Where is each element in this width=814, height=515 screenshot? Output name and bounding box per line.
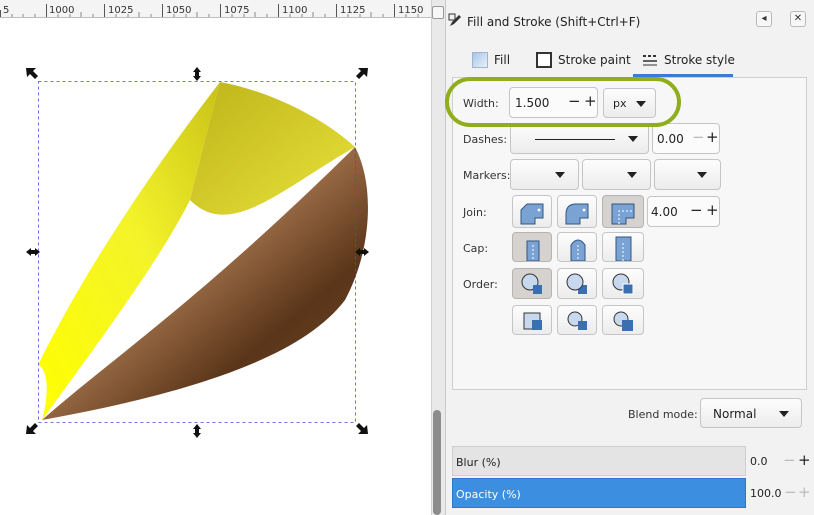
highlight-annotation xyxy=(445,77,681,127)
rulers-toggle-icon[interactable] xyxy=(432,6,444,19)
paint-order-icon xyxy=(566,273,587,294)
markers-label: Markers: xyxy=(463,169,511,182)
drawing-canvas[interactable] xyxy=(0,18,431,515)
stroke-style-icon xyxy=(643,55,657,66)
order-markers-fill-stroke-button[interactable] xyxy=(512,305,552,335)
miter-limit-spinbox[interactable]: 4.00 − + xyxy=(647,196,720,227)
opacity-value[interactable]: 100.0 xyxy=(750,487,782,500)
paint-order-icon xyxy=(613,311,633,331)
chevron-down-icon xyxy=(555,172,565,178)
blur-slider[interactable]: Blur (%) xyxy=(452,446,746,476)
blur-value[interactable]: 0.0 xyxy=(750,455,768,468)
miter-join-button[interactable] xyxy=(602,195,644,228)
chevron-down-icon xyxy=(779,411,789,417)
order-stroke-markers-fill-button[interactable] xyxy=(557,305,597,335)
dash-offset-value: 0.00 xyxy=(657,132,684,146)
fill-stroke-brush-icon xyxy=(448,13,461,26)
blur-label: Blur (%) xyxy=(456,456,501,469)
tab-stroke-style-label: Stroke style xyxy=(664,53,735,67)
miter-decrement-button[interactable]: − xyxy=(690,201,703,219)
order-fill-stroke-markers-button[interactable] xyxy=(512,268,552,299)
round-join-icon xyxy=(565,203,589,225)
dash-offset-spinbox[interactable]: 0.00 − + xyxy=(652,123,720,154)
miter-limit-value: 4.00 xyxy=(651,205,678,219)
paint-order-icon xyxy=(567,311,587,330)
restore-panel-button[interactable]: ◂ xyxy=(756,11,772,27)
fill-swatch-icon xyxy=(472,52,488,68)
join-label: Join: xyxy=(463,206,487,219)
end-marker-select[interactable] xyxy=(654,159,721,190)
opacity-decrement-button[interactable]: − xyxy=(784,483,797,501)
paint-order-icon xyxy=(521,273,542,294)
blend-mode-select[interactable]: Normal xyxy=(700,398,802,428)
paint-order-icon xyxy=(523,312,542,330)
chevron-down-icon xyxy=(628,136,638,142)
dashes-label: Dashes: xyxy=(463,133,508,146)
bevel-join-button[interactable] xyxy=(512,195,552,228)
square-cap-icon xyxy=(615,236,632,262)
chevron-down-icon xyxy=(627,172,637,178)
dash-pattern-select[interactable] xyxy=(510,123,649,154)
tab-stroke-paint[interactable]: Stroke paint xyxy=(516,44,634,76)
paint-order-icon xyxy=(612,273,634,295)
dialog-title: Fill and Stroke (Shift+Ctrl+F) xyxy=(467,15,641,29)
mid-marker-select[interactable] xyxy=(582,159,651,190)
miter-increment-button[interactable]: + xyxy=(706,201,719,219)
blend-mode-value: Normal xyxy=(713,407,757,421)
opacity-label: Opacity (%) xyxy=(456,488,521,501)
order-stroke-fill-markers-button[interactable] xyxy=(557,268,597,299)
tab-stroke-paint-label: Stroke paint xyxy=(558,53,631,67)
round-cap-icon xyxy=(570,239,586,262)
blend-mode-label: Blend mode: xyxy=(628,408,698,421)
stroke-paint-icon xyxy=(536,52,552,68)
selected-shape[interactable] xyxy=(0,18,431,515)
start-marker-select[interactable] xyxy=(510,159,579,190)
round-join-button[interactable] xyxy=(557,195,597,228)
horizontal-ruler[interactable]: 5 1000 1025 1050 1075 1100 1125 1150 xyxy=(0,0,431,18)
square-cap-button[interactable] xyxy=(602,232,644,262)
blur-increment-button[interactable]: + xyxy=(798,451,811,469)
order-fill-markers-stroke-button[interactable] xyxy=(602,268,644,299)
solid-dash-preview xyxy=(535,139,615,140)
order-markers-stroke-fill-button[interactable] xyxy=(602,305,644,335)
scrollbar-thumb[interactable] xyxy=(433,410,441,515)
round-cap-button[interactable] xyxy=(557,232,597,262)
butt-cap-button[interactable] xyxy=(512,232,552,262)
opacity-slider[interactable]: Opacity (%) xyxy=(452,478,746,508)
tab-bar: Fill Stroke paint Stroke style xyxy=(452,44,807,76)
cap-label: Cap: xyxy=(463,242,489,255)
miter-join-icon xyxy=(611,203,635,225)
close-panel-button[interactable]: ✕ xyxy=(790,11,806,27)
order-label: Order: xyxy=(463,278,498,291)
tab-stroke-style[interactable]: Stroke style xyxy=(622,44,746,76)
dash-offset-increment-button[interactable]: + xyxy=(706,128,719,146)
dash-offset-decrement-button[interactable]: − xyxy=(692,128,705,146)
tab-fill-label: Fill xyxy=(494,53,511,67)
bevel-join-icon xyxy=(520,203,544,225)
ruler-ticks xyxy=(0,4,419,17)
blur-decrement-button[interactable]: − xyxy=(783,451,796,469)
butt-cap-icon xyxy=(526,240,540,262)
opacity-increment-button[interactable]: + xyxy=(798,483,811,501)
chevron-down-icon xyxy=(697,172,707,178)
